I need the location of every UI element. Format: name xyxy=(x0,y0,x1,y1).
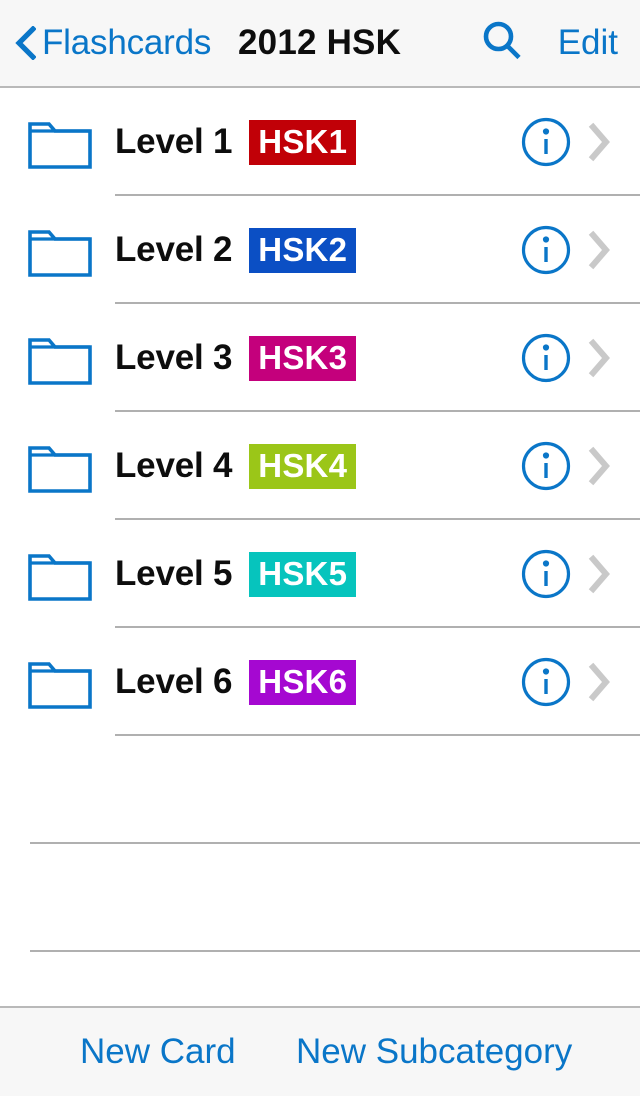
list-item-label: Level 1 xyxy=(115,122,233,161)
folder-icon xyxy=(0,546,115,602)
list-item-label: Level 4 xyxy=(115,446,233,485)
empty-row-separator xyxy=(30,842,640,844)
folder-icon xyxy=(0,654,115,710)
list-item-label: Level 2 xyxy=(115,230,233,269)
info-button[interactable] xyxy=(520,116,572,168)
empty-row-separator xyxy=(30,950,640,952)
page-title: 2012 HSK xyxy=(238,23,402,62)
list-item[interactable]: Level 5 HSK5 xyxy=(0,520,640,628)
folder-icon xyxy=(0,222,115,278)
list-item-label: Level 6 xyxy=(115,662,233,701)
folder-icon xyxy=(0,330,115,386)
chevron-right-icon xyxy=(578,338,622,378)
list-item[interactable]: Level 4 HSK4 xyxy=(0,412,640,520)
bottom-toolbar: New Card New Subcategory xyxy=(0,1006,640,1096)
list-item[interactable]: Level 6 HSK6 xyxy=(0,628,640,736)
status-badge: HSK4 xyxy=(249,443,357,489)
app-screen: Flashcards 2012 HSK Edit Level 1 HSK1 Le… xyxy=(0,0,640,1096)
list-item[interactable]: Level 1 HSK1 xyxy=(0,88,640,196)
chevron-right-icon xyxy=(578,662,622,702)
search-icon xyxy=(478,17,526,70)
edit-button[interactable]: Edit xyxy=(558,0,618,86)
status-badge: HSK6 xyxy=(249,659,357,705)
chevron-left-icon xyxy=(14,25,37,61)
folder-icon xyxy=(0,114,115,170)
back-button[interactable]: Flashcards xyxy=(14,0,211,86)
info-button[interactable] xyxy=(520,332,572,384)
chevron-right-icon xyxy=(578,122,622,162)
list-item-label: Level 5 xyxy=(115,554,233,593)
new-subcategory-button[interactable]: New Subcategory xyxy=(296,1032,572,1072)
search-button[interactable] xyxy=(478,0,526,86)
new-card-button[interactable]: New Card xyxy=(80,1032,236,1072)
folder-icon xyxy=(0,438,115,494)
back-button-label: Flashcards xyxy=(42,23,212,62)
info-button[interactable] xyxy=(520,440,572,492)
category-list: Level 1 HSK1 Level 2 HSK2 Level 3 HSK3 L… xyxy=(0,88,640,1006)
chevron-right-icon xyxy=(578,554,622,594)
navigation-bar: Flashcards 2012 HSK Edit xyxy=(0,0,640,88)
info-button[interactable] xyxy=(520,224,572,276)
list-item[interactable]: Level 3 HSK3 xyxy=(0,304,640,412)
info-button[interactable] xyxy=(520,656,572,708)
status-badge: HSK1 xyxy=(249,119,357,165)
chevron-right-icon xyxy=(578,230,622,270)
list-item[interactable]: Level 2 HSK2 xyxy=(0,196,640,304)
info-button[interactable] xyxy=(520,548,572,600)
chevron-right-icon xyxy=(578,446,622,486)
status-badge: HSK2 xyxy=(249,227,357,273)
status-badge: HSK3 xyxy=(249,335,357,381)
list-item-label: Level 3 xyxy=(115,338,233,377)
status-badge: HSK5 xyxy=(249,551,357,597)
